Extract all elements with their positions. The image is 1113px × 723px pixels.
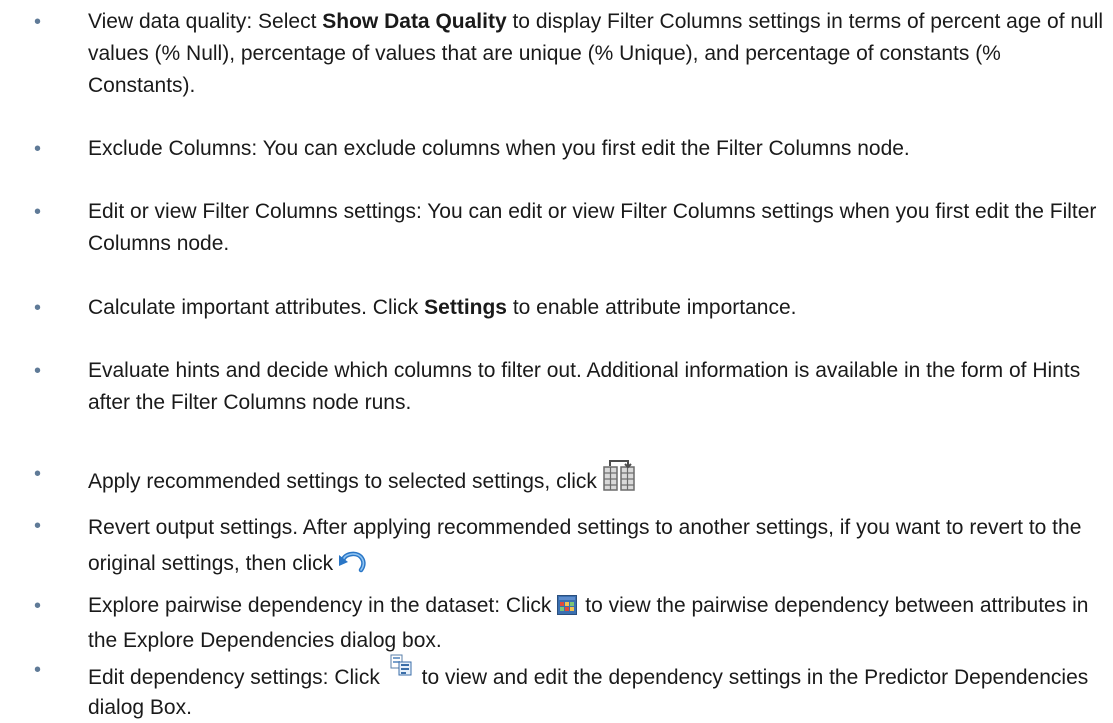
list-item-text: Revert output settings. After applying r… <box>88 510 1105 588</box>
bullet: • <box>34 11 42 33</box>
bullet: • <box>34 659 42 681</box>
list-item-exclude-columns: • Exclude Columns: You can exclude colum… <box>0 133 1105 165</box>
show-data-quality-label: Show Data Quality <box>322 10 507 33</box>
revert-settings-icon[interactable] <box>339 550 367 588</box>
list-item-text: Edit dependency settings: Click to view … <box>88 654 1105 723</box>
apply-recommended-settings-icon[interactable] <box>603 458 635 502</box>
list-item-text: Evaluate hints and decide which columns … <box>88 359 1081 414</box>
settings-label: Settings <box>424 296 507 319</box>
list-item-calculate-attributes: • Calculate important attributes. Click … <box>0 292 1105 324</box>
list-item-revert-output: • Revert output settings. After applying… <box>0 510 1105 588</box>
list-item-edit-dependency: • Edit dependency settings: Click to vie… <box>0 654 1105 723</box>
list-item-text: Edit or view Filter Columns settings: Yo… <box>88 200 1097 255</box>
list-item-apply-recommended: • Apply recommended settings to selected… <box>0 458 1105 502</box>
list-item-text: Apply recommended settings to selected s… <box>88 458 1105 502</box>
edit-dependency-settings-icon[interactable] <box>390 654 412 685</box>
list-item-explore-pairwise: • Explore pairwise dependency in the dat… <box>0 590 1105 657</box>
list-item-text: Explore pairwise dependency in the datas… <box>88 593 1089 652</box>
list-item-edit-view-settings: • Edit or view Filter Columns settings: … <box>0 196 1105 260</box>
bullet: • <box>34 201 42 223</box>
explore-dependencies-icon[interactable] <box>557 593 578 625</box>
list-item-text: Calculate important attributes. Click Se… <box>88 296 797 319</box>
list-item-view-data-quality: • View data quality: Select Show Data Qu… <box>0 6 1105 102</box>
bullet: • <box>34 595 42 617</box>
bullet: • <box>34 297 42 319</box>
bullet: • <box>34 515 42 537</box>
bullet: • <box>34 463 42 485</box>
bullet: • <box>34 360 42 382</box>
list-item-evaluate-hints: • Evaluate hints and decide which column… <box>0 355 1105 419</box>
list-item-text: View data quality: Select Show Data Qual… <box>88 10 1104 97</box>
bullet: • <box>34 138 42 160</box>
list-item-text: Exclude Columns: You can exclude columns… <box>88 137 910 160</box>
